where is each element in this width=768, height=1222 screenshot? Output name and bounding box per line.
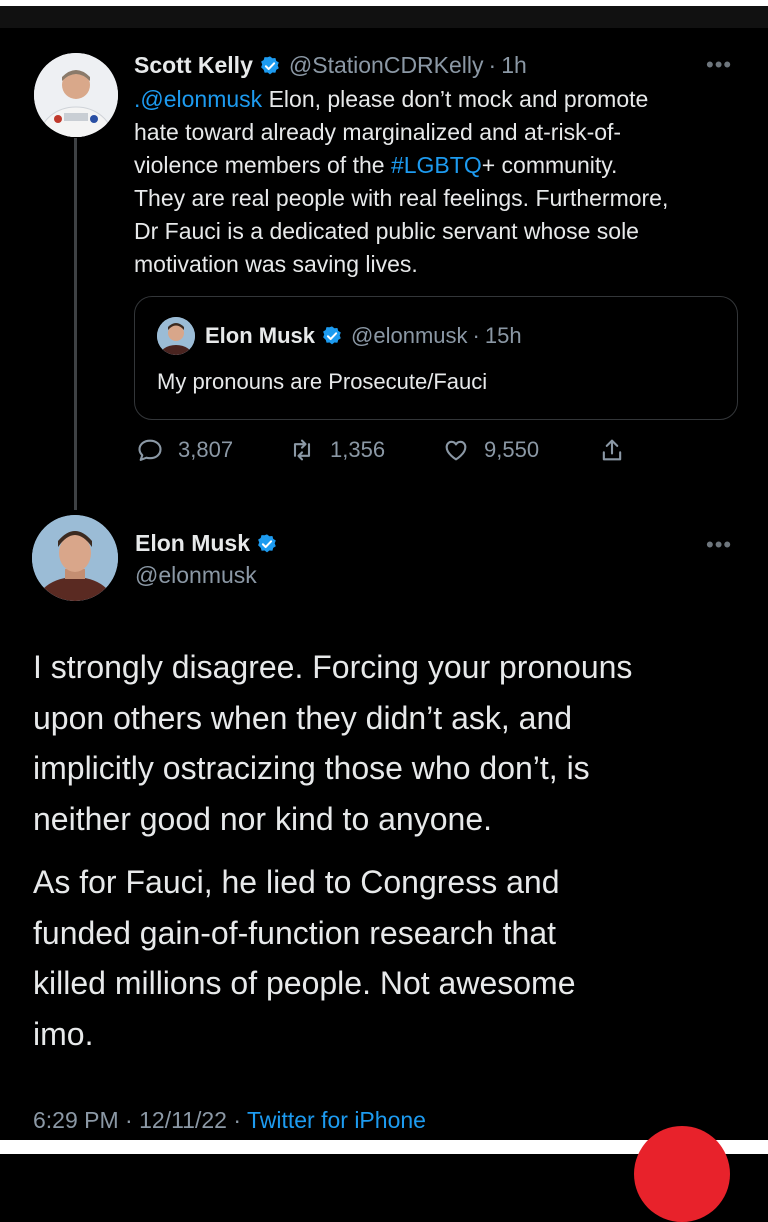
retweet-icon — [293, 439, 311, 461]
text-line: As for Fauci, he lied to Congress and — [33, 864, 560, 900]
tweet-time[interactable]: 6:29 PM — [33, 1107, 119, 1133]
red-record-button — [634, 1126, 730, 1222]
heart-icon — [445, 440, 467, 461]
main-tweet-paragraph-1: I strongly disagree. Forcing your pronou… — [33, 642, 743, 844]
mention-link[interactable]: .@elonmusk — [134, 86, 262, 112]
quoted-tweet-text: My pronouns are Prosecute/Fauci — [157, 369, 488, 394]
text-line: upon others when they didn’t ask, and — [33, 699, 573, 736]
reply-button[interactable]: 3,807 — [136, 436, 233, 464]
author-handle[interactable]: @StationCDRKelly — [289, 52, 484, 79]
quoted-tweet-time: 15h — [484, 323, 522, 348]
avatar-scott-kelly[interactable] — [34, 53, 118, 137]
reply-icon — [138, 439, 162, 461]
avatar-elon-musk[interactable] — [32, 515, 118, 601]
text-line: hate toward already marginalized and at-… — [134, 119, 622, 145]
top-frame — [0, 0, 768, 28]
separator: · — [488, 52, 497, 78]
hashtag-link[interactable]: #LGBTQ — [391, 152, 482, 178]
text-line: imo. — [33, 1015, 94, 1052]
more-options-icon[interactable]: ••• — [706, 532, 732, 558]
text-line: neither good nor kind to anyone. — [33, 800, 492, 837]
text-line: .@elonmusk Elon, please don’t mock and p… — [134, 86, 649, 112]
verified-badge-icon — [259, 55, 281, 77]
text-line: killed millions of people. Not awesome — [33, 965, 576, 1001]
text-line: funded gain-of-function research that — [33, 914, 556, 951]
text-line: motivation was saving lives. — [134, 251, 418, 277]
avatar-quoted-elon — [157, 317, 195, 355]
main-tweet-paragraph-2: As for Fauci, he lied to Congress and fu… — [33, 857, 743, 1059]
main-tweet-header: Elon Musk — [135, 530, 278, 557]
reply-count: 3,807 — [178, 437, 234, 462]
author-name[interactable]: Scott Kelly — [134, 52, 253, 79]
quoted-tweet-header: Elon Musk @elonmusk · 15h — [205, 323, 522, 349]
like-button[interactable]: 9,550 — [442, 436, 539, 464]
tweet-meta-footer: 6:29 PM · 12/11/22 · Twitter for iPhone — [33, 1107, 426, 1133]
quoted-tweet-card[interactable]: Elon Musk @elonmusk · 15h My pronouns ar… — [134, 296, 738, 420]
text-line: violence members of the #LGBTQ+ communit… — [134, 152, 618, 178]
quoted-author-name: Elon Musk — [205, 323, 316, 348]
tweet-time[interactable]: 1h — [501, 52, 527, 79]
author-name[interactable]: Elon Musk — [135, 530, 250, 557]
tweet-source-link[interactable]: Twitter for iPhone — [247, 1107, 426, 1133]
tweet-actions: 3,807 1,356 9,550 — [136, 436, 636, 470]
text-line: Dr Fauci is a dedicated public servant w… — [134, 218, 639, 244]
verified-badge-icon — [321, 325, 343, 347]
author-handle[interactable]: @elonmusk — [135, 562, 257, 589]
retweet-button[interactable]: 1,356 — [288, 436, 385, 464]
like-count: 9,550 — [484, 437, 540, 462]
more-options-icon[interactable]: ••• — [706, 52, 732, 78]
tweet-date[interactable]: 12/11/22 — [139, 1107, 227, 1133]
text-line: I strongly disagree. Forcing your pronou… — [33, 649, 633, 685]
share-button[interactable] — [598, 436, 640, 464]
retweet-count: 1,356 — [330, 437, 386, 462]
text-line: implicitly ostracizing those who don’t, … — [33, 750, 590, 786]
share-icon — [602, 439, 622, 461]
verified-badge-icon — [256, 533, 278, 555]
text-line: They are real people with real feelings.… — [134, 185, 669, 211]
separator: · — [472, 323, 480, 348]
quoted-author-handle: @elonmusk — [351, 323, 468, 348]
parent-tweet-header: Scott Kelly @StationCDRKelly · 1h — [134, 52, 527, 79]
parent-tweet-text: .@elonmusk Elon, please don’t mock and p… — [134, 83, 668, 281]
thread-line — [74, 138, 77, 510]
